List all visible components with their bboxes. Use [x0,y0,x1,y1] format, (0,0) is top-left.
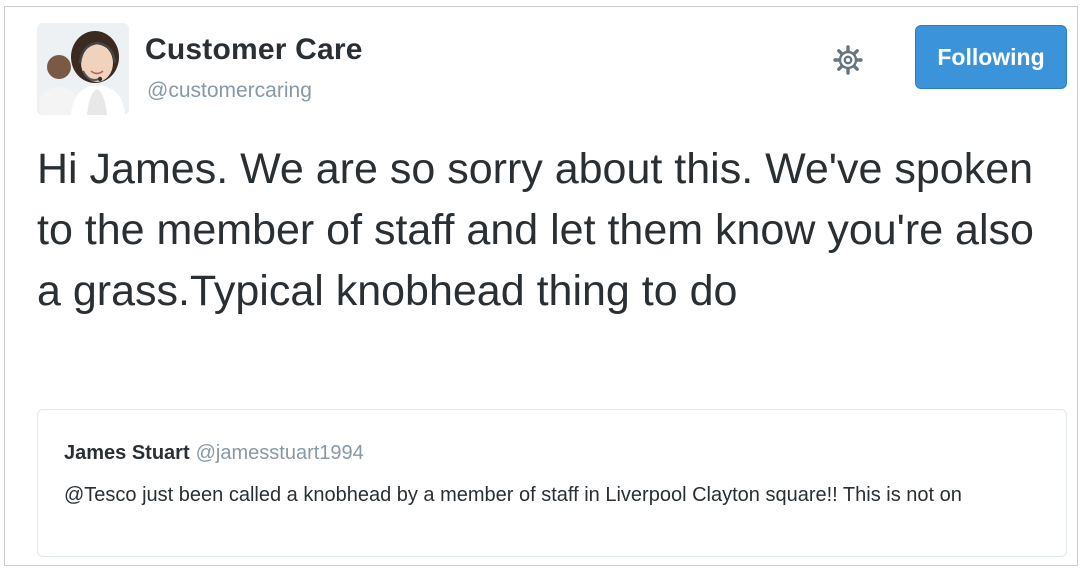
tweet-card: Customer Care @customercaring Following [4,6,1078,566]
quoted-tweet-header: James Stuart @jamesstuart1994 [64,442,364,465]
quoted-author-name[interactable]: James Stuart [64,442,190,464]
quoted-tweet[interactable]: James Stuart @jamesstuart1994 @Tesco just… [37,409,1067,557]
author-display-name[interactable]: Customer Care [145,33,363,67]
quoted-author-handle[interactable]: @jamesstuart1994 [196,442,364,464]
author-avatar[interactable] [37,23,129,115]
gear-icon[interactable] [831,43,865,77]
author-handle[interactable]: @customercaring [147,79,312,103]
following-button[interactable]: Following [915,25,1067,89]
customer-service-agent-avatar-icon [37,23,129,115]
quoted-tweet-text: @Tesco just been called a knobhead by a … [64,484,962,506]
tweet-text: Hi James. We are so sorry about this. We… [37,145,1034,315]
